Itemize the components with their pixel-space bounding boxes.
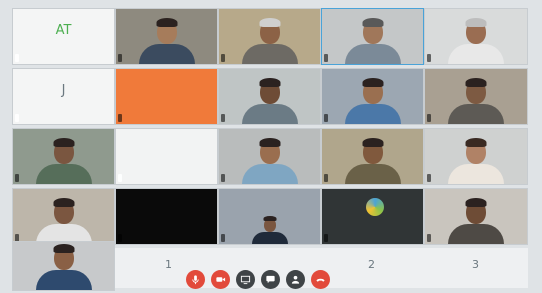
- chat-button[interactable]: [261, 270, 280, 289]
- participant-tile[interactable]: ​: [321, 68, 424, 125]
- end-call-button[interactable]: [311, 270, 330, 289]
- participant-name-label: ​: [324, 54, 328, 62]
- chat-icon: [266, 275, 275, 284]
- participant-tile-active[interactable]: ​: [321, 8, 424, 65]
- participant-initials: AT: [55, 23, 72, 38]
- participant-tile[interactable]: ​: [218, 128, 321, 185]
- participant-video: [240, 76, 300, 124]
- participant-name-label: ​: [221, 54, 225, 62]
- video-camera-icon: [216, 277, 226, 282]
- participant-tile-blank[interactable]: ​: [115, 128, 218, 185]
- participant-tile[interactable]: ​: [218, 8, 321, 65]
- participant-name-label: ​: [118, 54, 122, 62]
- video-button[interactable]: [211, 270, 230, 289]
- page-number-3[interactable]: 3: [472, 258, 479, 271]
- participant-tile[interactable]: ​: [12, 188, 115, 245]
- microphone-icon: [192, 275, 199, 285]
- participant-tile[interactable]: ​: [424, 8, 528, 65]
- participant-video: [343, 76, 403, 124]
- participant-tile-black[interactable]: ​: [115, 188, 218, 245]
- participant-name-label: ​: [427, 54, 431, 62]
- participant-name-label: ​: [118, 174, 122, 182]
- participant-video: [240, 16, 300, 64]
- participant-name-label: ​: [324, 114, 328, 122]
- participant-name-label: ​: [324, 234, 328, 242]
- participant-tile[interactable]: ​: [115, 8, 218, 65]
- participant-tile[interactable]: ​: [218, 68, 321, 125]
- participant-tile-self[interactable]: [12, 241, 115, 291]
- participant-name-label: ​: [118, 234, 122, 242]
- screen-share-icon: [240, 275, 251, 285]
- screen-share-button[interactable]: [236, 270, 255, 289]
- video-grid: AT ​ ​ ​ ​ ​ J ​ ​ ​ ​ ​ ​ ​: [12, 8, 528, 248]
- participant-name-label: ​: [324, 174, 328, 182]
- page-number-1[interactable]: 1: [165, 258, 172, 271]
- end-call-icon: [316, 278, 325, 282]
- participant-tile[interactable]: ​: [218, 188, 321, 245]
- participant-name-label: ​: [427, 174, 431, 182]
- call-controls: [186, 270, 330, 292]
- participant-tile[interactable]: ​: [424, 68, 528, 125]
- participant-name-label: ​: [15, 114, 19, 122]
- participant-tile-screen[interactable]: ​: [321, 188, 424, 245]
- participant-video: [240, 136, 300, 184]
- participant-video: [446, 76, 506, 124]
- participant-name-label: ​: [221, 174, 225, 182]
- participant-tile[interactable]: ​: [12, 128, 115, 185]
- participant-name-label: ​: [221, 234, 225, 242]
- participant-initials: J: [61, 83, 66, 98]
- participant-name-label: ​: [15, 54, 19, 62]
- participant-tile-initials[interactable]: AT ​: [12, 8, 115, 65]
- participant-tile-initials[interactable]: J ​: [12, 68, 115, 125]
- participant-video: [34, 242, 94, 290]
- participant-video: [446, 16, 506, 64]
- participant-name-label: ​: [15, 174, 19, 182]
- participant-video: [137, 16, 197, 64]
- participant-tile[interactable]: ​: [424, 128, 528, 185]
- participant-tile-orange[interactable]: ​: [115, 68, 218, 125]
- participant-video: [34, 196, 94, 244]
- participants-button[interactable]: [286, 270, 305, 289]
- participants-icon: [291, 275, 300, 284]
- participant-video: [343, 136, 403, 184]
- app-logo-icon: [366, 198, 384, 216]
- participant-name-label: ​: [427, 114, 431, 122]
- participant-video: [34, 136, 94, 184]
- participant-name-label: ​: [221, 114, 225, 122]
- participant-video: [446, 196, 506, 244]
- participant-video: [446, 136, 506, 184]
- participant-video: [250, 214, 290, 244]
- participant-video: [343, 16, 403, 64]
- microphone-button[interactable]: [186, 270, 205, 289]
- participant-tile[interactable]: ​: [424, 188, 528, 245]
- participant-name-label: ​: [118, 114, 122, 122]
- participant-tile[interactable]: ​: [321, 128, 424, 185]
- participant-name-label: ​: [427, 234, 431, 242]
- page-number-2[interactable]: 2: [368, 258, 375, 271]
